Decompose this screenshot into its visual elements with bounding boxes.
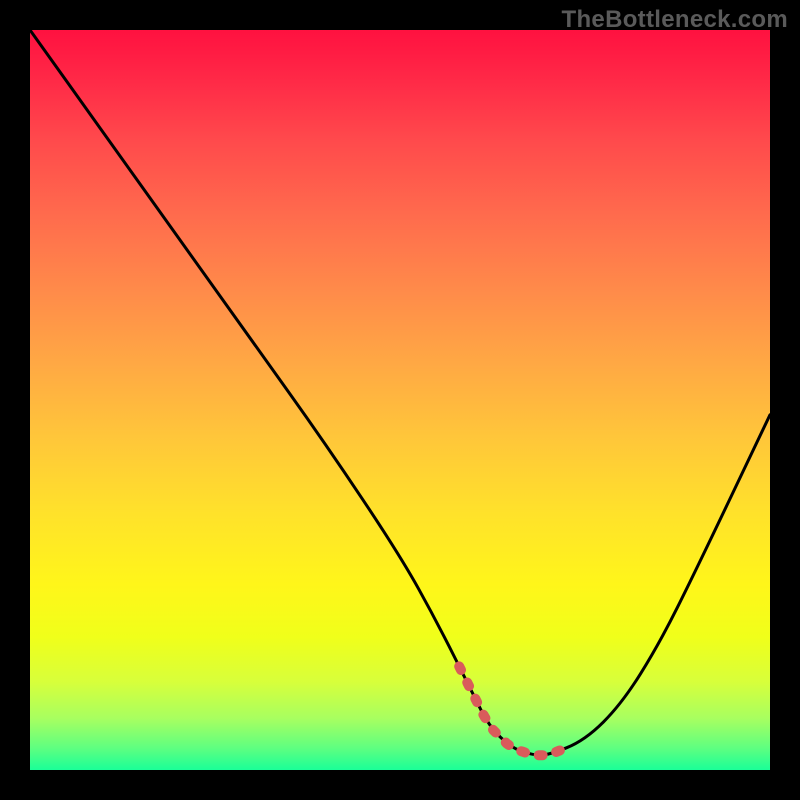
bottleneck-curve [30, 30, 770, 755]
chart-container: TheBottleneck.com [0, 0, 800, 800]
plot-area [30, 30, 770, 770]
optimal-range-highlight [459, 666, 570, 755]
curve-svg [30, 30, 770, 770]
